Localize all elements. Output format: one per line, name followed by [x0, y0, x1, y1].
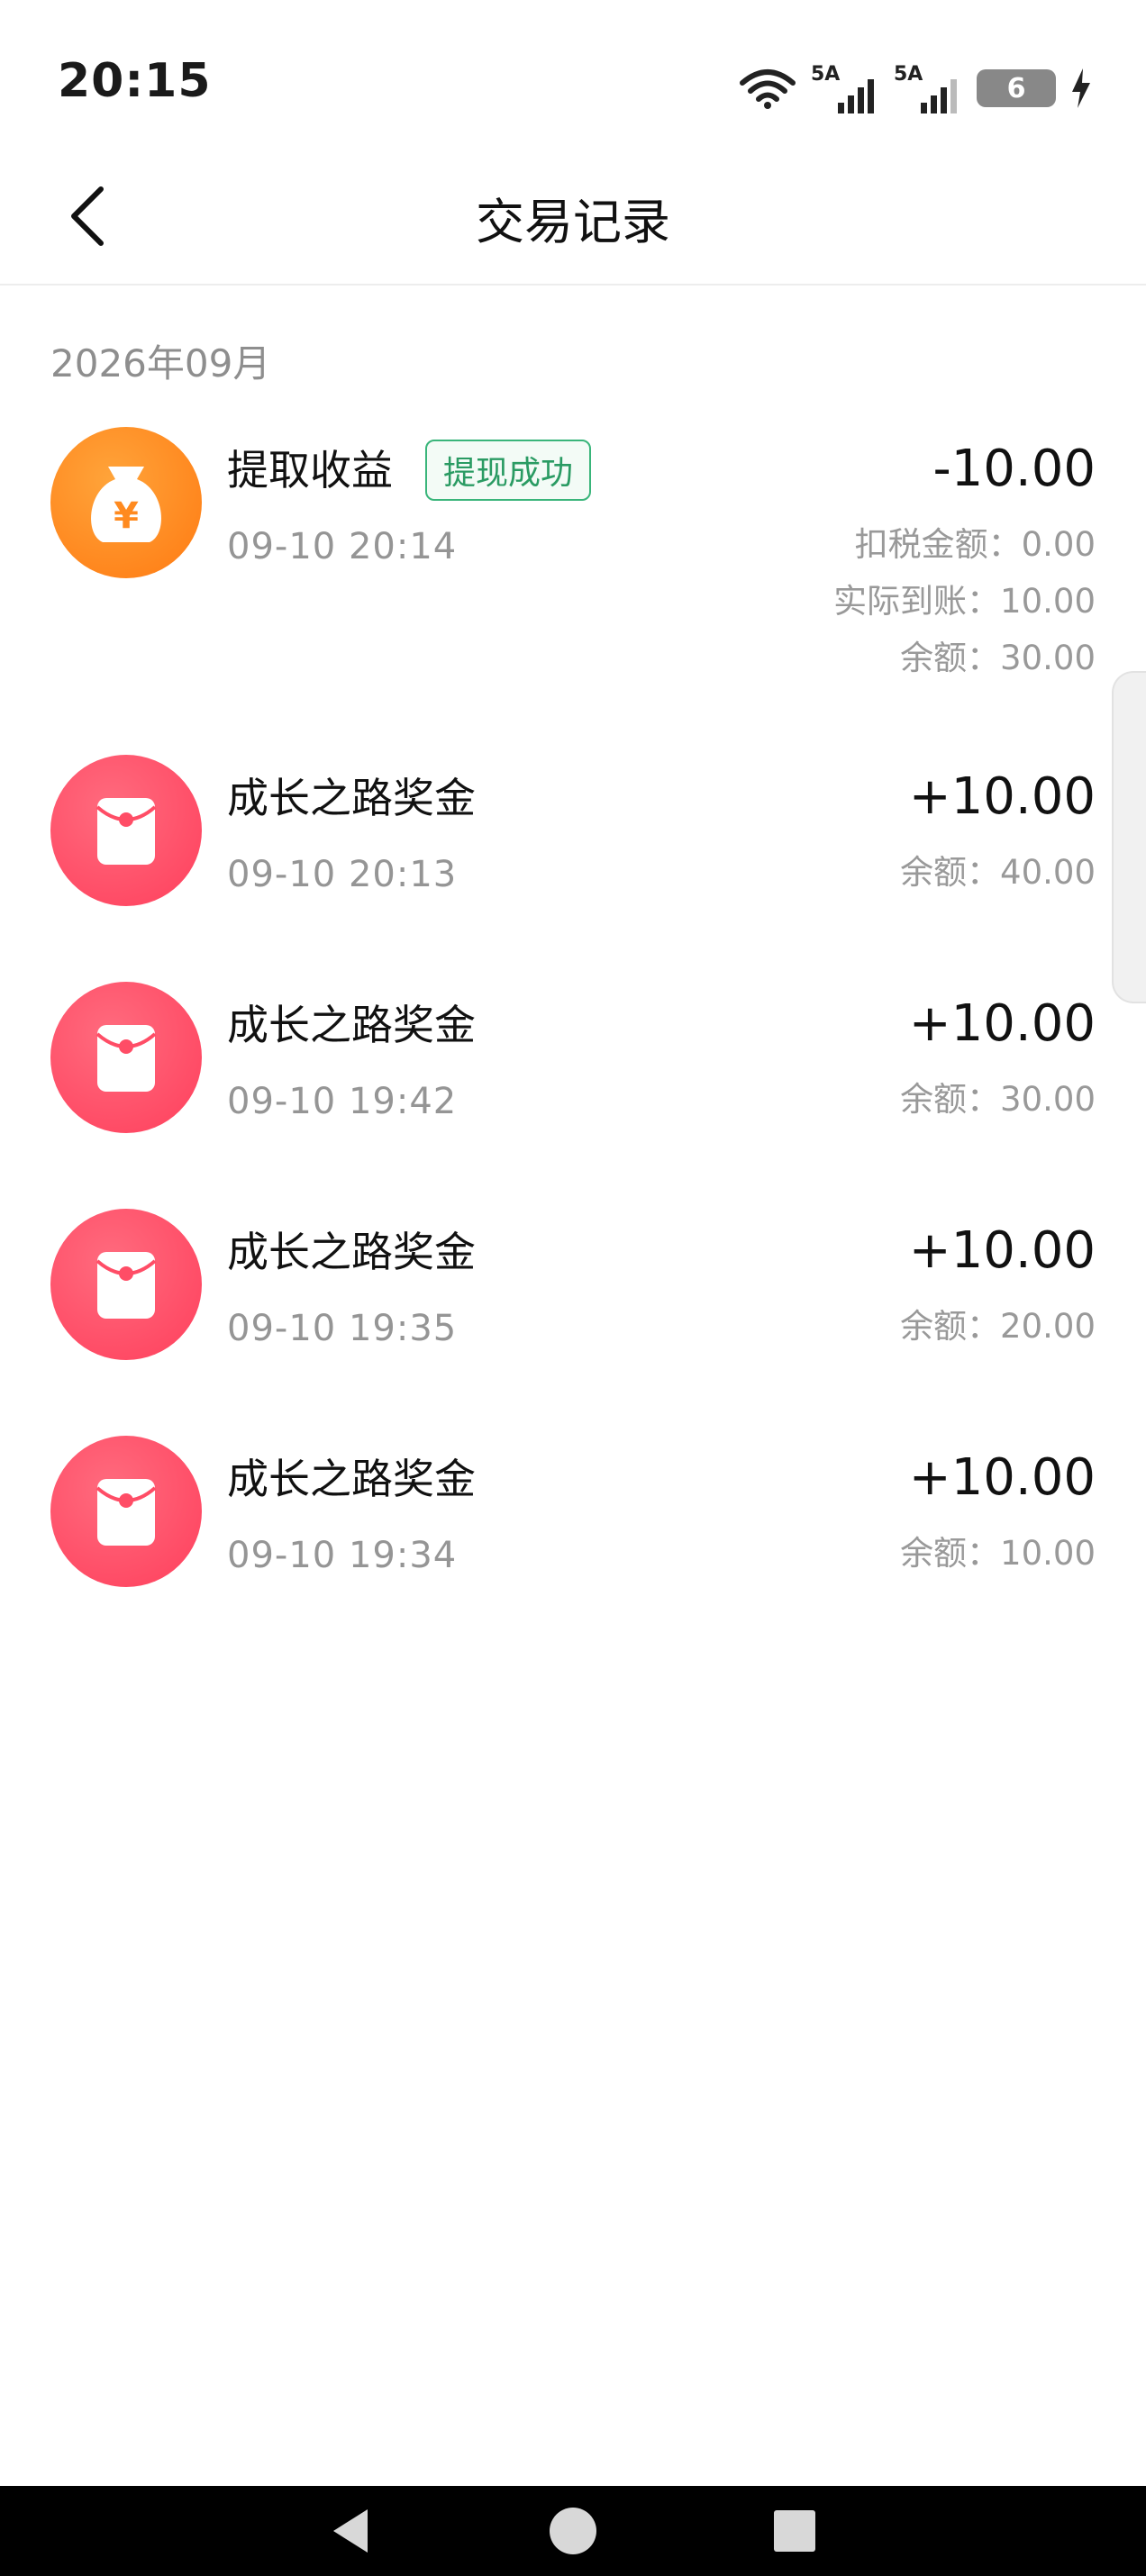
transaction-title: 成长之路奖金: [227, 1001, 476, 1049]
charging-bolt-icon: [1072, 68, 1090, 108]
balance: 余额：10.00: [900, 1534, 1096, 1573]
transaction-item[interactable]: ¥ 提取收益 提现成功 09-10 20:14 -10.00 扣税金额：0.00…: [0, 427, 1146, 688]
money-bag-icon: ¥: [50, 427, 202, 578]
signal-bars-icon: [921, 79, 957, 113]
transaction-amount: +10.00: [908, 1221, 1096, 1280]
svg-text:¥: ¥: [114, 495, 139, 537]
transaction-amount: +10.00: [908, 767, 1096, 826]
system-nav-bar: [0, 2486, 1146, 2576]
balance: 余额：30.00: [900, 639, 1096, 677]
transaction-amount: -10.00: [932, 440, 1096, 498]
transaction-item[interactable]: 成长之路奖金 09-10 20:13 +10.00 余额：40.00: [0, 755, 1146, 908]
transaction-item[interactable]: 成长之路奖金 09-10 19:42 +10.00 余额：30.00: [0, 982, 1146, 1135]
red-envelope-icon: [50, 1209, 202, 1360]
red-envelope-icon: [50, 982, 202, 1133]
transaction-title: 成长之路奖金: [227, 1455, 476, 1503]
status-badge: 提现成功: [425, 440, 592, 501]
status-icons: 5A 5A 6: [739, 63, 1092, 113]
cellular-signal-1: 5A: [811, 63, 879, 113]
red-envelope-icon: [50, 1436, 202, 1587]
wifi-icon: [740, 69, 796, 109]
app-header: 交易记录: [0, 162, 1146, 286]
transaction-time: 09-10 19:42: [227, 1081, 458, 1122]
transaction-time: 09-10 19:34: [227, 1535, 458, 1576]
balance: 余额：40.00: [900, 853, 1096, 892]
tax-amount: 扣税金额：0.00: [854, 525, 1096, 564]
transaction-time: 09-10 19:35: [227, 1308, 458, 1349]
month-header: 2026年09月: [50, 341, 271, 385]
transaction-item[interactable]: 成长之路奖金 09-10 19:34 +10.00 余额：10.00: [0, 1436, 1146, 1589]
transaction-title: 成长之路奖金: [227, 1228, 476, 1276]
red-envelope-icon: [50, 755, 202, 906]
status-bar: 20:15 5A 5A 6: [0, 0, 1146, 162]
transaction-time: 09-10 20:13: [227, 854, 458, 895]
signal-bars-icon: [838, 79, 874, 113]
transaction-title: 提取收益: [227, 446, 393, 494]
battery-indicator: 6: [977, 69, 1056, 107]
balance: 余额：30.00: [900, 1080, 1096, 1119]
home-circle-icon[interactable]: [548, 2506, 598, 2556]
transaction-amount: +10.00: [908, 1448, 1096, 1507]
side-edge-handle[interactable]: [1112, 671, 1146, 1003]
back-triangle-icon[interactable]: [330, 2506, 371, 2556]
transaction-time: 09-10 20:14: [227, 526, 458, 567]
transaction-item[interactable]: 成长之路奖金 09-10 19:35 +10.00 余额：20.00: [0, 1209, 1146, 1362]
transaction-amount: +10.00: [908, 994, 1096, 1053]
transaction-title: 成长之路奖金: [227, 774, 476, 822]
actual-received: 实际到账：10.00: [833, 582, 1096, 621]
battery-level: 6: [1006, 72, 1026, 104]
page-title: 交易记录: [476, 194, 670, 250]
balance: 余额：20.00: [900, 1307, 1096, 1346]
cellular-signal-2: 5A: [894, 63, 962, 113]
status-time: 20:15: [58, 54, 212, 108]
recents-square-icon[interactable]: [773, 2509, 816, 2553]
